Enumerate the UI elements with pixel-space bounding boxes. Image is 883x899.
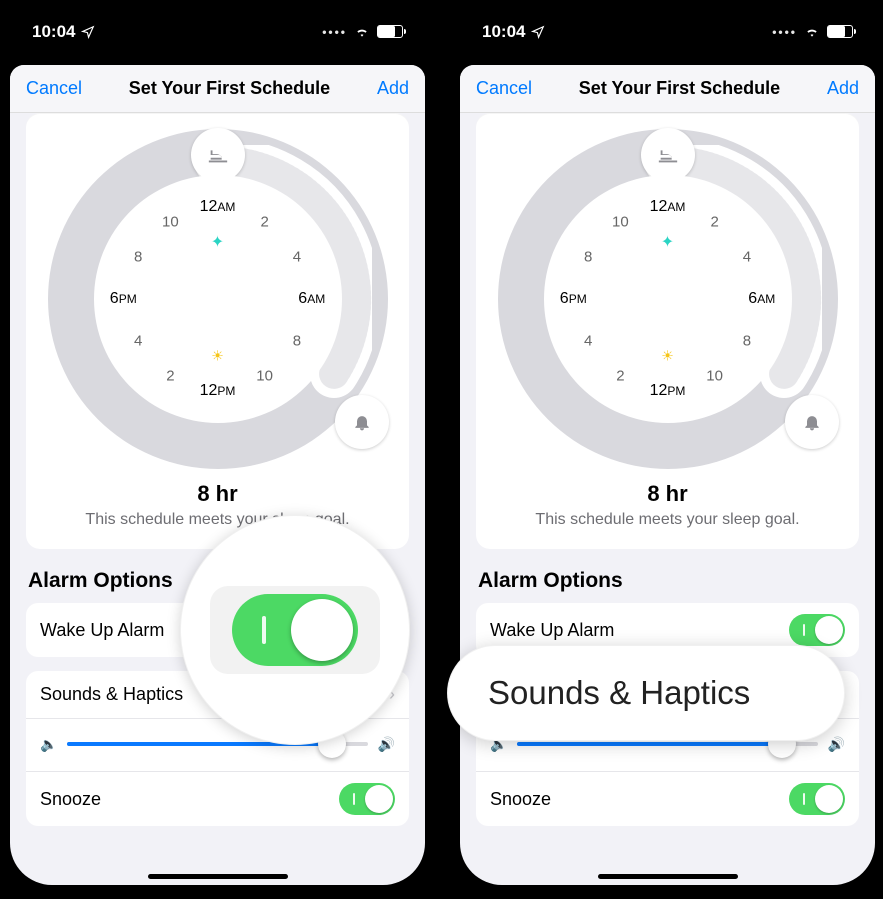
speaker-high-icon: 🔊 <box>378 736 395 753</box>
clock-text: 10:04 <box>482 22 525 42</box>
status-icons: •••• <box>772 25 853 39</box>
sleep-dial[interactable]: 12AM 6AM 12PM 6PM 2 4 8 10 2 4 8 10 ✦ ☀ <box>498 129 838 469</box>
magnified-toggle <box>232 594 358 666</box>
wifi-icon <box>353 25 371 39</box>
sparkle-icon: ✦ <box>661 232 674 252</box>
goal-text: This schedule meets your sleep goal. <box>492 511 843 529</box>
wake-handle[interactable] <box>785 395 839 449</box>
home-indicator[interactable] <box>598 874 738 879</box>
bed-icon <box>207 144 229 166</box>
magnifier-callout-toggle <box>180 515 410 745</box>
snooze-label: Snooze <box>490 789 551 810</box>
home-indicator[interactable] <box>148 874 288 879</box>
status-icons: •••• <box>322 25 403 39</box>
bedtime-handle[interactable] <box>641 128 695 182</box>
add-button[interactable]: Add <box>827 78 859 99</box>
wifi-icon <box>803 25 821 39</box>
modal-sheet: Cancel Set Your First Schedule Add <box>460 65 875 885</box>
status-bar: 10:04 •••• <box>10 5 425 58</box>
bed-icon <box>657 144 679 166</box>
snooze-toggle[interactable] <box>789 783 845 815</box>
phone-left: 10:04 •••• Cancel Set Your First Schedul… <box>10 5 425 885</box>
add-button[interactable]: Add <box>377 78 409 99</box>
magnifier-text: Sounds & Haptics <box>488 674 750 712</box>
sheet-navbar: Cancel Set Your First Schedule Add <box>460 65 875 113</box>
bell-icon <box>352 412 372 432</box>
sun-icon: ☀ <box>211 348 224 365</box>
wake-up-alarm-label: Wake Up Alarm <box>40 620 164 641</box>
status-time: 10:04 <box>32 22 95 42</box>
cancel-button[interactable]: Cancel <box>476 78 532 99</box>
sparkle-icon: ✦ <box>211 232 224 252</box>
sun-icon: ☀ <box>661 348 674 365</box>
sleep-dial-card: 12AM 6AM 12PM 6PM 2 4 8 10 2 4 8 10 ✦ ☀ … <box>476 113 859 549</box>
cancel-button[interactable]: Cancel <box>26 78 82 99</box>
magnifier-callout-sounds: Sounds & Haptics <box>447 645 845 741</box>
status-time: 10:04 <box>482 22 545 42</box>
wake-up-alarm-label: Wake Up Alarm <box>490 620 614 641</box>
battery-icon <box>827 25 853 38</box>
alarm-options-header: Alarm Options <box>460 569 875 603</box>
cellular-icon: •••• <box>322 25 347 39</box>
wake-up-alarm-toggle[interactable] <box>789 614 845 646</box>
duration-label: 8 hr <box>492 481 843 507</box>
clock-face: 12AM 6AM 12PM 6PM 2 4 8 10 2 4 8 10 ✦ ☀ <box>544 175 792 423</box>
location-icon <box>531 25 545 39</box>
sleep-dial-card: 12AM 6AM 12PM 6PM 2 4 8 10 2 4 8 10 ✦ ☀ … <box>26 113 409 549</box>
wake-handle[interactable] <box>335 395 389 449</box>
status-bar: 10:04 •••• <box>460 5 875 58</box>
sheet-navbar: Cancel Set Your First Schedule Add <box>10 65 425 113</box>
sheet-title: Set Your First Schedule <box>579 78 780 99</box>
location-icon <box>81 25 95 39</box>
snooze-toggle[interactable] <box>339 783 395 815</box>
sheet-title: Set Your First Schedule <box>129 78 330 99</box>
snooze-label: Snooze <box>40 789 101 810</box>
sounds-haptics-label: Sounds & Haptics <box>40 684 183 705</box>
clock-face: 12AM 6AM 12PM 6PM 2 4 8 10 2 4 8 10 ✦ ☀ <box>94 175 342 423</box>
sleep-dial[interactable]: 12AM 6AM 12PM 6PM 2 4 8 10 2 4 8 10 ✦ ☀ <box>48 129 388 469</box>
volume-track[interactable] <box>517 742 817 746</box>
cellular-icon: •••• <box>772 25 797 39</box>
phone-right: 10:04 •••• Cancel Set Your First Schedul… <box>460 5 875 885</box>
battery-icon <box>377 25 403 38</box>
bell-icon <box>802 412 822 432</box>
volume-slider[interactable]: 🔈 🔊 <box>40 733 395 755</box>
duration-label: 8 hr <box>42 481 393 507</box>
speaker-high-icon: 🔊 <box>828 736 845 753</box>
modal-sheet: Cancel Set Your First Schedule Add <box>10 65 425 885</box>
bedtime-handle[interactable] <box>191 128 245 182</box>
volume-track[interactable] <box>67 742 367 746</box>
snooze-row: Snooze <box>476 772 859 826</box>
clock-text: 10:04 <box>32 22 75 42</box>
snooze-row: Snooze <box>26 772 409 826</box>
speaker-low-icon: 🔈 <box>40 736 57 753</box>
